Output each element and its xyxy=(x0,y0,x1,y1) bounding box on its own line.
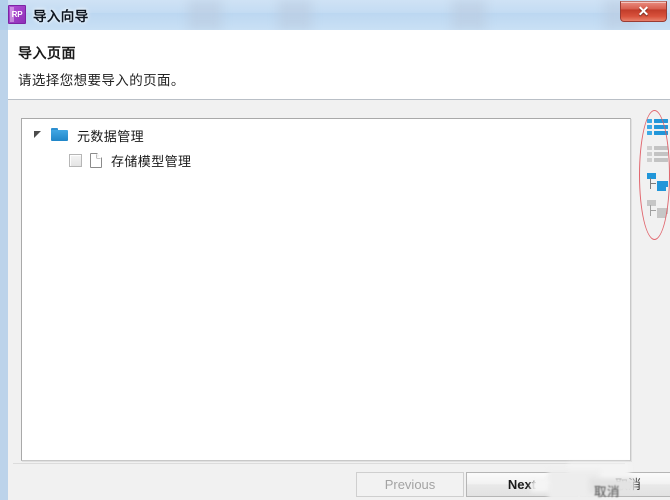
window-title: 导入向导 xyxy=(33,9,89,24)
wizard-header: 导入页面 请选择您想要导入的页面。 xyxy=(8,30,670,100)
next-button[interactable]: Next xyxy=(466,472,578,497)
page-tree-panel[interactable]: 元数据管理 存储模型管理 xyxy=(21,118,631,461)
select-all-icon[interactable] xyxy=(646,117,670,139)
tree-node-label: 存储模型管理 xyxy=(111,153,192,169)
page-document-icon xyxy=(90,152,102,168)
page-title: 导入页面 xyxy=(18,45,76,61)
import-wizard-window: RP 导入向导 ✕ 导入页面 请选择您想要导入的页面。 元数据管理 存储模型管理… xyxy=(0,0,670,500)
cancel-button[interactable]: 取消 xyxy=(580,472,670,497)
tree-row[interactable]: 元数据管理 xyxy=(22,124,630,146)
deselect-all-icon[interactable] xyxy=(646,144,670,166)
wizard-body: 元数据管理 存储模型管理 xyxy=(8,101,670,500)
app-icon-label: RP xyxy=(11,10,23,19)
folder-icon xyxy=(51,128,68,142)
collapse-all-icon[interactable] xyxy=(646,198,670,220)
expand-all-icon[interactable] xyxy=(646,171,670,193)
axure-rp-app-icon: RP xyxy=(8,5,26,24)
titlebar-blur-artifact xyxy=(452,0,486,30)
close-icon: ✕ xyxy=(637,3,650,19)
close-button[interactable]: ✕ xyxy=(620,1,667,22)
expander-triangle-icon[interactable] xyxy=(32,128,46,142)
title-bar[interactable]: RP 导入向导 ✕ xyxy=(0,0,670,30)
page-checkbox[interactable] xyxy=(69,153,82,167)
previous-button[interactable]: Previous xyxy=(356,472,464,497)
wizard-footer: Previous Next 取消 xyxy=(8,468,670,500)
page-subtitle: 请选择您想要导入的页面。 xyxy=(18,73,185,88)
tree-node-label: 元数据管理 xyxy=(77,128,145,144)
tree-row[interactable]: 存储模型管理 xyxy=(22,149,630,171)
titlebar-blur-artifact xyxy=(278,0,312,30)
titlebar-blur-artifact xyxy=(188,0,222,30)
tree-tools-rail xyxy=(645,117,670,233)
footer-separator xyxy=(13,463,625,464)
